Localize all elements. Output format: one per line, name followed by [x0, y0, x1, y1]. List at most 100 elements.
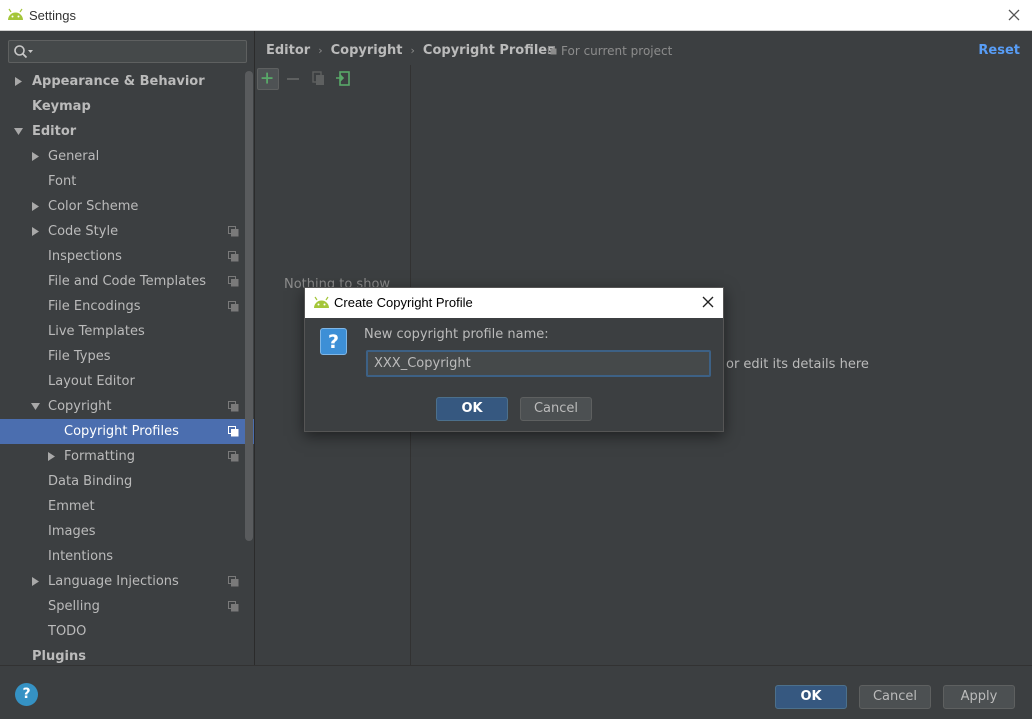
- tree-item[interactable]: File Encodings: [0, 294, 254, 319]
- sidebar-scrollbar[interactable]: [245, 71, 253, 541]
- tree-item-label: General: [48, 149, 100, 164]
- chevron-down-icon[interactable]: [14, 127, 23, 136]
- ok-button[interactable]: OK: [775, 685, 847, 709]
- tree-item[interactable]: Appearance & Behavior: [0, 69, 254, 94]
- breadcrumb-copyright-profiles: Copyright Profiles: [422, 43, 555, 58]
- tree-item-label: Intentions: [48, 549, 114, 564]
- tree-item[interactable]: Code Style: [0, 219, 254, 244]
- tree-item-label: Editor: [32, 124, 77, 139]
- tree-item[interactable]: File Types: [0, 344, 254, 369]
- import-icon: [336, 71, 350, 86]
- tree-item[interactable]: Copyright Profiles: [0, 419, 254, 444]
- scope-label: For current project: [561, 44, 673, 58]
- tree-item-label: Copyright: [48, 399, 112, 414]
- project-scope-icon: [228, 426, 239, 437]
- breadcrumb: Editor › Copyright › Copyright Profiles: [266, 43, 555, 58]
- copy-profile-button[interactable]: [308, 68, 330, 90]
- copy-icon: [312, 71, 324, 85]
- tree-item-label: Color Scheme: [48, 199, 139, 214]
- settings-search-field[interactable]: [8, 40, 247, 63]
- tree-item[interactable]: Color Scheme: [0, 194, 254, 219]
- tree-item[interactable]: Copyright: [0, 394, 254, 419]
- tree-item-label: Live Templates: [48, 324, 145, 339]
- tree-item[interactable]: TODO: [0, 619, 254, 644]
- chevron-right-icon[interactable]: [14, 77, 23, 86]
- tree-item-label: Data Binding: [48, 474, 133, 489]
- tree-item[interactable]: Formatting: [0, 444, 254, 469]
- tree-item-label: Code Style: [48, 224, 119, 239]
- breadcrumb-separator: ›: [410, 44, 415, 57]
- breadcrumb-copyright: Copyright: [330, 43, 403, 58]
- chevron-right-icon[interactable]: [31, 152, 40, 161]
- settings-tree: Appearance & Behavior Keymap Editor General…: [0, 69, 254, 665]
- window-titlebar: Settings: [0, 0, 1032, 31]
- details-hint-text: or edit its details here: [726, 357, 869, 372]
- project-scope-icon: [228, 276, 239, 287]
- tree-item[interactable]: Emmet: [0, 494, 254, 519]
- profile-name-label: New copyright profile name:: [364, 327, 549, 342]
- tree-item-label: Appearance & Behavior: [32, 74, 205, 89]
- tree-item-label: Spelling: [48, 599, 100, 614]
- tree-item-label: Layout Editor: [48, 374, 135, 389]
- create-copyright-profile-dialog: Create Copyright Profile ? New copyright…: [304, 287, 724, 432]
- tree-item[interactable]: File and Code Templates: [0, 269, 254, 294]
- dialog-titlebar: Create Copyright Profile: [305, 288, 723, 318]
- project-scope-icon: [228, 226, 239, 237]
- add-profile-button[interactable]: [257, 68, 279, 90]
- tree-item[interactable]: Layout Editor: [0, 369, 254, 394]
- tree-item[interactable]: General: [0, 144, 254, 169]
- project-scope-icon: [228, 401, 239, 412]
- chevron-down-icon[interactable]: [31, 402, 40, 411]
- chevron-right-icon[interactable]: [31, 227, 40, 236]
- tree-item-label: Plugins: [32, 649, 86, 664]
- chevron-right-icon[interactable]: [31, 577, 40, 586]
- tree-item-label: File and Code Templates: [48, 274, 206, 289]
- reset-link[interactable]: Reset: [978, 43, 1020, 58]
- window-close-icon[interactable]: [1006, 7, 1022, 23]
- tree-item-label: File Types: [48, 349, 111, 364]
- dialog-cancel-button[interactable]: Cancel: [520, 397, 592, 421]
- tree-item[interactable]: Live Templates: [0, 319, 254, 344]
- settings-sidebar: Appearance & Behavior Keymap Editor General…: [0, 31, 255, 665]
- project-scope-icon: [228, 601, 239, 612]
- tree-item[interactable]: Intentions: [0, 544, 254, 569]
- scope-indicator: For current project: [548, 44, 672, 58]
- chevron-right-icon[interactable]: [47, 452, 56, 461]
- profile-name-input[interactable]: [366, 350, 711, 377]
- tree-item-label: TODO: [48, 624, 87, 639]
- tree-item[interactable]: Keymap: [0, 94, 254, 119]
- tree-item-label: File Encodings: [48, 299, 141, 314]
- import-profile-button[interactable]: [332, 68, 354, 90]
- cancel-button[interactable]: Cancel: [859, 685, 931, 709]
- remove-profile-button[interactable]: [282, 68, 304, 90]
- chevron-right-icon[interactable]: [31, 202, 40, 211]
- dialog-title: Create Copyright Profile: [334, 295, 473, 310]
- dialog-ok-button[interactable]: OK: [436, 397, 508, 421]
- tree-item-label: Emmet: [48, 499, 95, 514]
- tree-item[interactable]: Plugins: [0, 644, 254, 665]
- project-scope-icon: [548, 46, 557, 55]
- breadcrumb-separator: ›: [318, 44, 323, 57]
- tree-item[interactable]: Data Binding: [0, 469, 254, 494]
- tree-item-label: Inspections: [48, 249, 122, 264]
- tree-item-label: Copyright Profiles: [64, 424, 179, 439]
- project-scope-icon: [228, 576, 239, 587]
- apply-button[interactable]: Apply: [943, 685, 1015, 709]
- tree-item-label: Images: [48, 524, 96, 539]
- project-scope-icon: [228, 451, 239, 462]
- tree-item[interactable]: Images: [0, 519, 254, 544]
- tree-item[interactable]: Spelling: [0, 594, 254, 619]
- minus-icon: [287, 78, 299, 80]
- tree-item[interactable]: Editor: [0, 119, 254, 144]
- search-icon: [14, 45, 33, 59]
- dialog-close-icon[interactable]: [701, 295, 715, 309]
- tree-item[interactable]: Font: [0, 169, 254, 194]
- tree-item-label: Language Injections: [48, 574, 179, 589]
- tree-item[interactable]: Inspections: [0, 244, 254, 269]
- tree-item-label: Formatting: [64, 449, 136, 464]
- help-icon[interactable]: ?: [15, 683, 38, 706]
- settings-footer: ? OK Cancel Apply: [0, 665, 1032, 719]
- tree-item-label: Font: [48, 174, 77, 189]
- android-icon: [8, 8, 23, 20]
- tree-item[interactable]: Language Injections: [0, 569, 254, 594]
